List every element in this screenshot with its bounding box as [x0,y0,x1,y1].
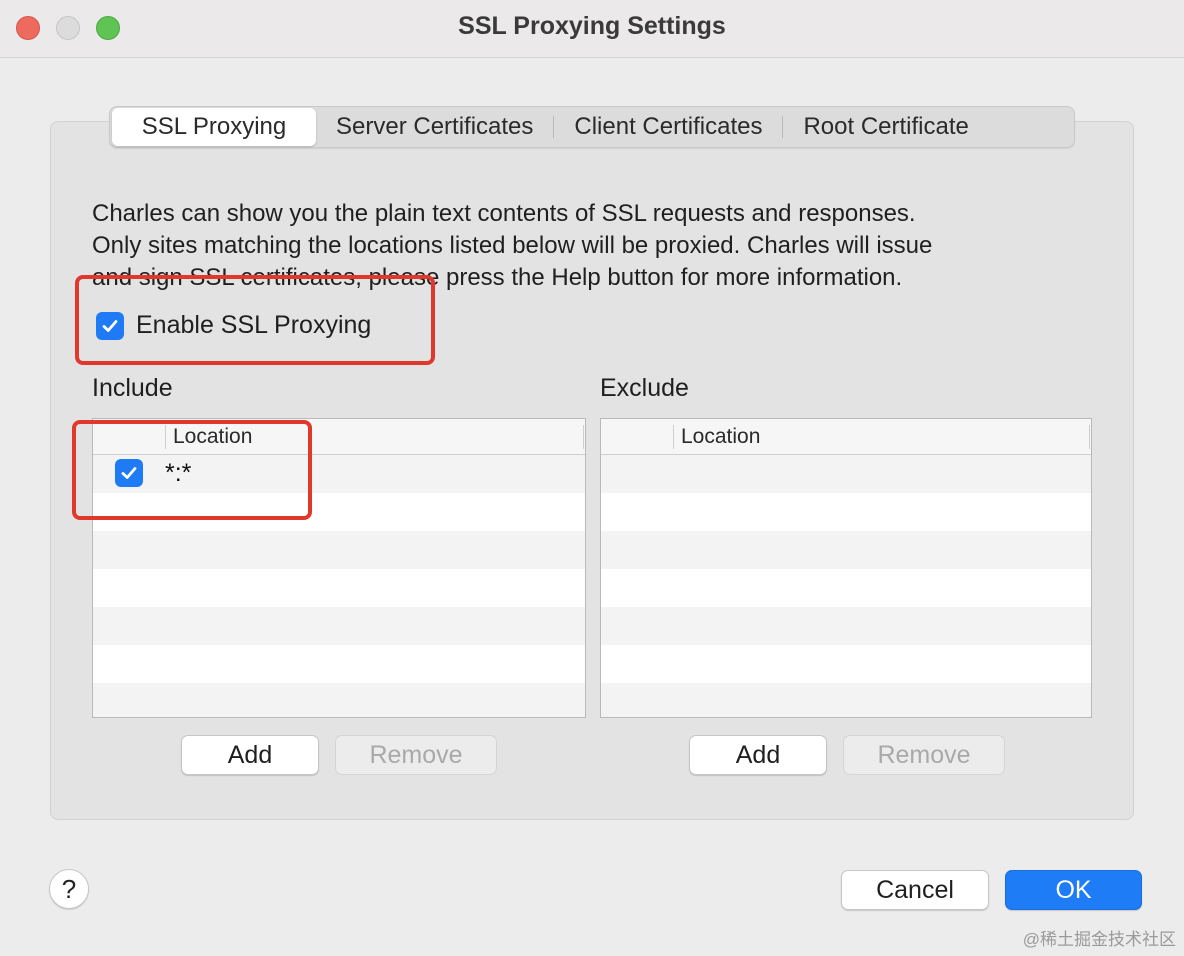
empty-table-row [601,645,1091,683]
include-remove-button[interactable]: Remove [335,735,497,775]
help-button[interactable]: ? [49,869,89,909]
title-bar: SSL Proxying Settings [0,0,1184,58]
tab-ssl-proxying[interactable]: SSL Proxying [112,108,316,146]
empty-table-row [601,569,1091,607]
tab-server-certificates[interactable]: Server Certificates [316,108,553,146]
column-divider [673,425,674,449]
highlight-annotation [75,275,435,365]
exclude-table-header: Location [601,419,1091,455]
highlight-annotation [72,420,312,520]
include-label: Include [92,374,173,402]
empty-table-row [93,531,585,569]
watermark-text: @稀土掘金技术社区 [1022,930,1176,949]
exclude-table[interactable]: Location [600,418,1092,718]
empty-table-row [93,683,585,717]
column-divider [583,425,584,449]
description-line: Charles can show you the plain text cont… [92,200,916,227]
exclude-location-column-header[interactable]: Location [681,425,760,449]
include-add-button[interactable]: Add [181,735,319,775]
cancel-button[interactable]: Cancel [841,870,989,910]
tab-bar: SSL Proxying Server Certificates Client … [109,106,1075,148]
empty-table-row [601,607,1091,645]
tab-client-certificates[interactable]: Client Certificates [554,108,782,146]
ok-button[interactable]: OK [1005,870,1142,910]
exclude-label: Exclude [600,374,689,402]
empty-table-row [93,607,585,645]
empty-table-row [93,645,585,683]
column-divider [1089,425,1090,449]
window-title: SSL Proxying Settings [458,12,726,40]
empty-table-row [601,455,1091,493]
empty-table-row [601,531,1091,569]
empty-table-row [601,493,1091,531]
tab-root-certificate[interactable]: Root Certificate [783,108,988,146]
empty-table-row [601,683,1091,717]
exclude-add-button[interactable]: Add [689,735,827,775]
empty-table-row [93,569,585,607]
exclude-remove-button[interactable]: Remove [843,735,1005,775]
description-line: Only sites matching the locations listed… [92,232,933,259]
